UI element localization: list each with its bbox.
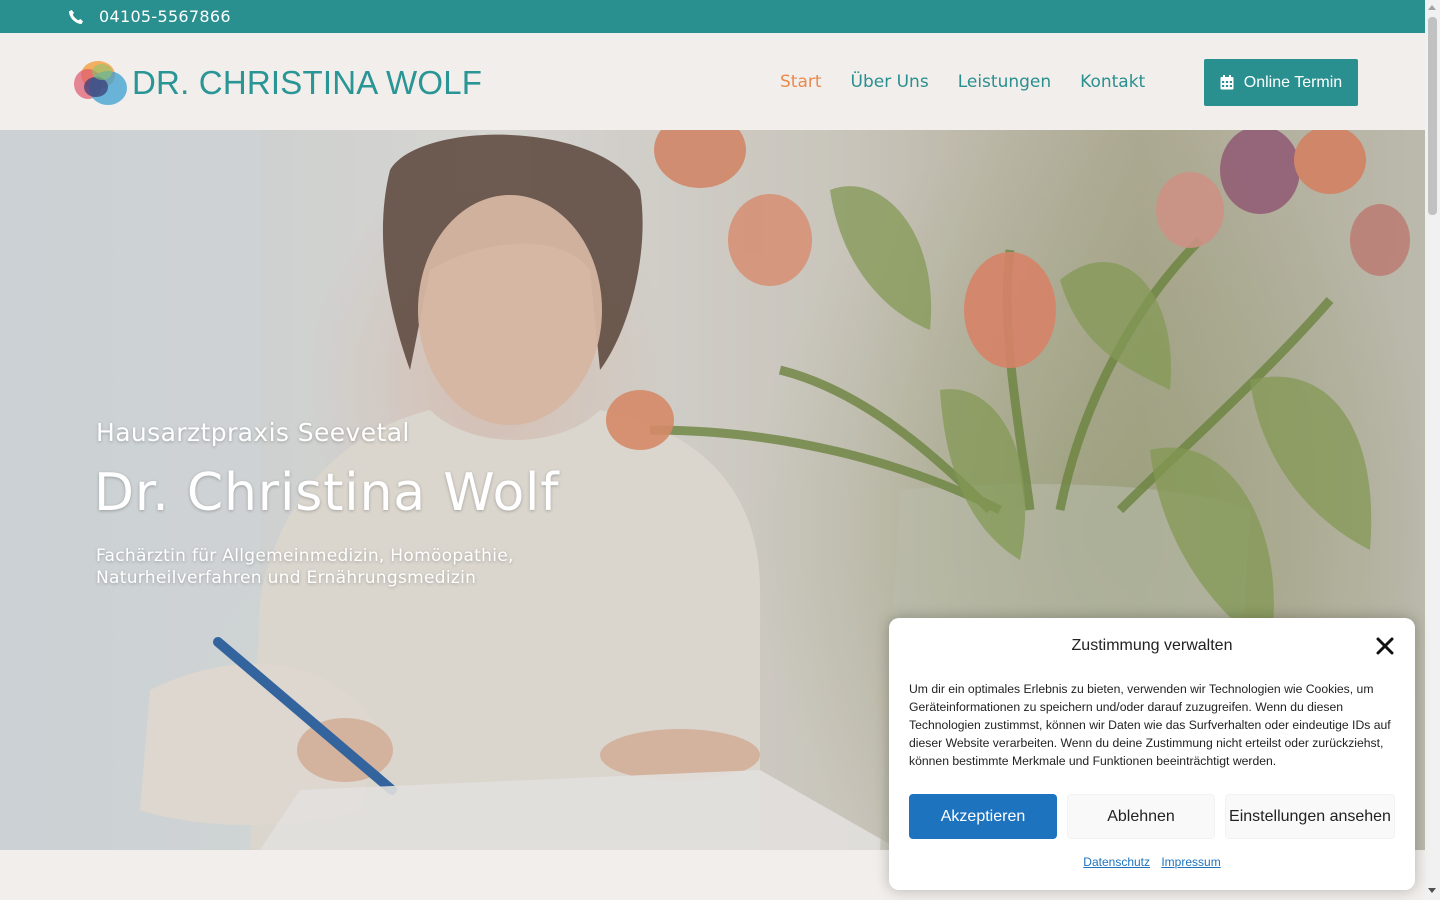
scroll-thumb[interactable] xyxy=(1428,17,1437,215)
site-header: DR. CHRISTINA WOLF Start Über Uns Leistu… xyxy=(0,33,1425,130)
site-logo[interactable]: DR. CHRISTINA WOLF xyxy=(72,58,482,108)
nav-item-start[interactable]: Start xyxy=(780,72,822,92)
top-bar: 04105-5567866 xyxy=(0,0,1425,33)
phone-icon xyxy=(69,9,83,24)
page-scrollbar[interactable] xyxy=(1425,0,1440,900)
cookie-dialog-title: Zustimmung verwalten xyxy=(1071,637,1233,654)
nav-item-leistungen[interactable]: Leistungen xyxy=(958,72,1051,92)
phone-number[interactable]: 04105-5567866 xyxy=(99,7,231,26)
nav-item-kontakt[interactable]: Kontakt xyxy=(1080,72,1145,92)
hero-subtitle-line-2: Naturheilverfahren und Ernährungsmedizin xyxy=(96,568,477,588)
cookie-dialog-links: Datenschutz Impressum xyxy=(889,855,1415,869)
hero-subtitle: Fachärztin für Allgemeinmedizin, Homöopa… xyxy=(96,545,556,589)
scroll-down-arrow-icon[interactable] xyxy=(1428,888,1436,893)
main-navigation: Start Über Uns Leistungen Kontakt xyxy=(780,72,1174,92)
cookie-dialog-text: Um dir ein optimales Erlebnis zu bieten,… xyxy=(909,682,1391,768)
logo-mark-icon xyxy=(74,61,127,105)
deny-cookies-button[interactable]: Ablehnen xyxy=(1067,794,1215,839)
hero-kicker: Hausarztpraxis Seevetal xyxy=(96,418,410,447)
hero-subtitle-line-1: Fachärztin für Allgemeinmedizin, Homöopa… xyxy=(96,546,514,566)
online-appointment-label: Online Termin xyxy=(1243,73,1343,91)
cookie-preferences-button[interactable]: Einstellungen ansehen xyxy=(1225,794,1395,839)
online-appointment-button[interactable]: Online Termin xyxy=(1204,59,1358,106)
accept-cookies-button[interactable]: Akzeptieren xyxy=(909,794,1057,839)
logo-text: DR. CHRISTINA WOLF xyxy=(132,64,483,101)
privacy-policy-link[interactable]: Datenschutz xyxy=(1083,855,1150,869)
close-icon[interactable] xyxy=(1376,637,1394,655)
hero-text-block: Hausarztpraxis Seevetal Dr. Christina Wo… xyxy=(94,418,560,589)
scroll-up-arrow-icon[interactable] xyxy=(1428,5,1436,10)
hero-title: Dr. Christina Wolf xyxy=(94,463,560,523)
calendar-icon xyxy=(1220,75,1234,90)
nav-item-ueber-uns[interactable]: Über Uns xyxy=(851,72,929,92)
imprint-link[interactable]: Impressum xyxy=(1161,855,1220,869)
cookie-consent-dialog: Zustimmung verwalten Um dir ein optimale… xyxy=(889,618,1415,890)
